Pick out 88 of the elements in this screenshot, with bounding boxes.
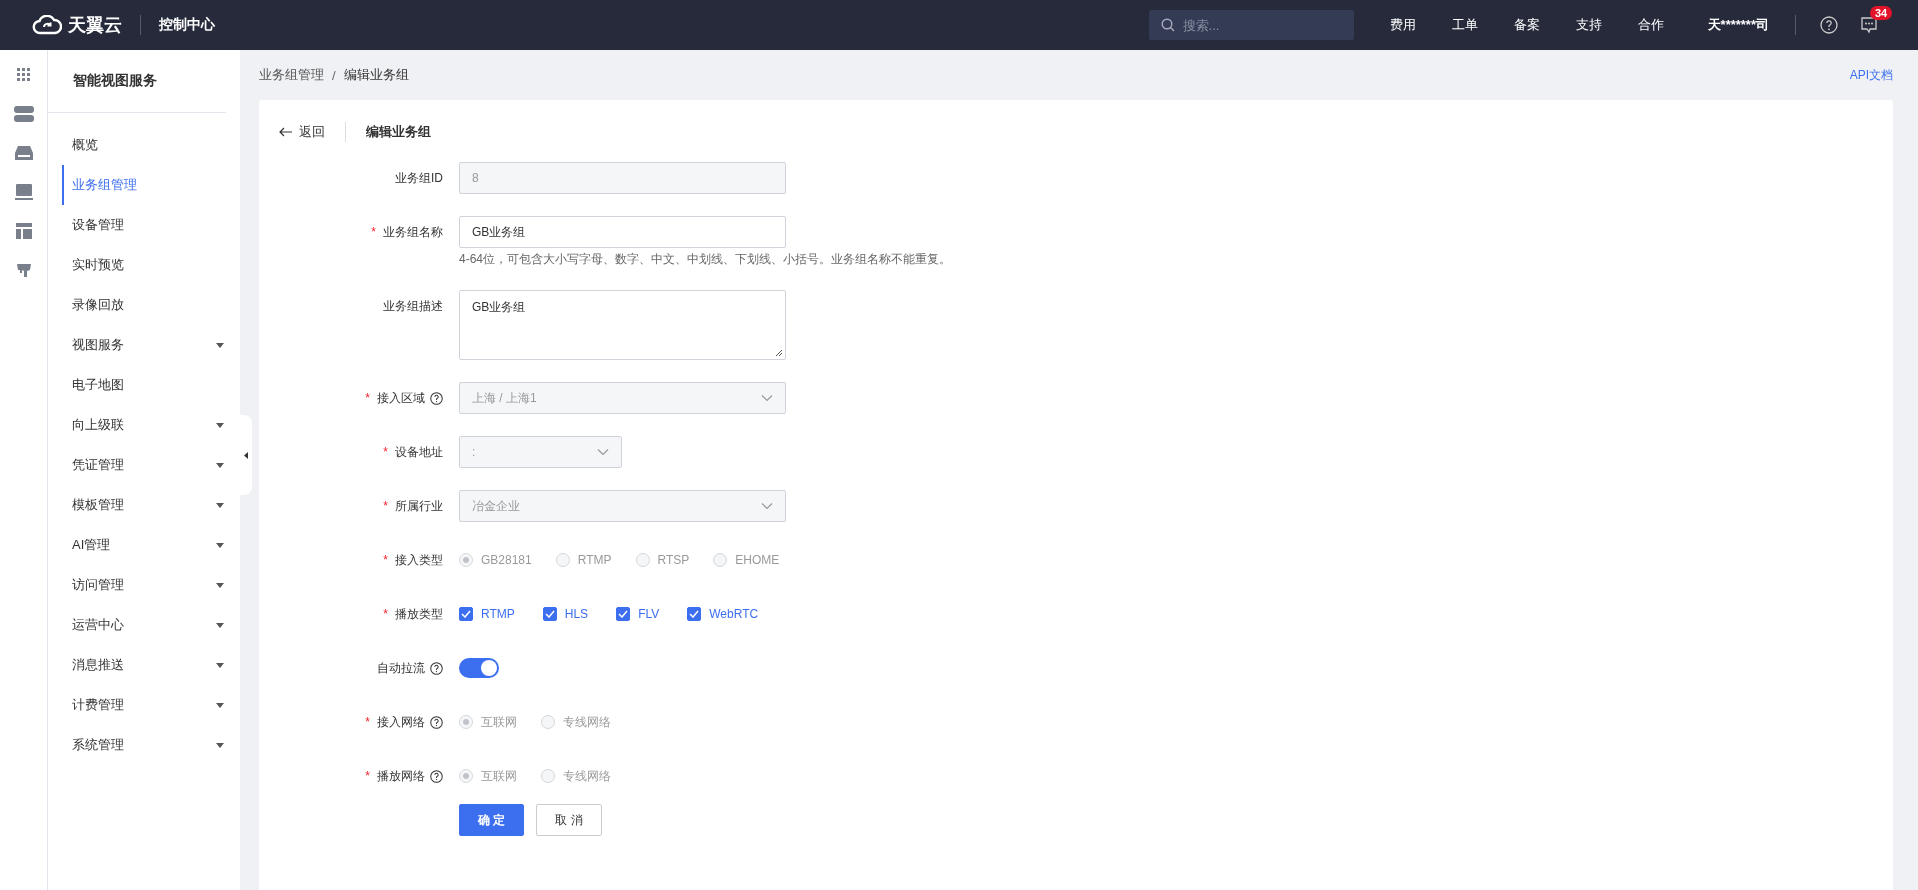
logo-text: 天翼云 (68, 14, 122, 37)
required-mark: * (383, 499, 388, 513)
help-icon[interactable] (430, 661, 443, 675)
sidebar-item[interactable]: 概览 (62, 125, 240, 165)
field-label: 所属行业 (395, 497, 443, 515)
caret-icon (216, 582, 224, 588)
caret-icon (216, 662, 224, 668)
nav-link[interactable]: 备案 (1513, 16, 1540, 34)
required-mark: * (365, 391, 370, 405)
required-mark: * (383, 445, 388, 459)
caret-icon (216, 422, 224, 428)
caret-icon (216, 462, 224, 468)
check-icon (544, 610, 555, 618)
search-icon (1160, 18, 1175, 32)
api-docs-link[interactable]: API文档 (1849, 66, 1893, 84)
back-link[interactable]: 返回 (279, 123, 325, 141)
sidebar-item[interactable]: 访问管理 (62, 565, 240, 605)
checkbox-option[interactable]: WebRTC (687, 607, 759, 621)
resize-handle-icon[interactable] (775, 349, 783, 357)
cancel-button[interactable]: 取 消 (536, 804, 602, 836)
check-icon (618, 610, 629, 618)
field-label: 播放类型 (395, 605, 443, 623)
required-mark: * (365, 769, 370, 783)
field-label: 业务组名称 (383, 223, 443, 241)
console-title: 控制中心 (159, 16, 215, 34)
sidebar-item[interactable]: 系统管理 (62, 725, 240, 765)
sidebar-item[interactable]: 实时预览 (62, 245, 240, 285)
collapse-handle[interactable] (240, 415, 252, 495)
field-label: 业务组描述 (383, 297, 443, 315)
breadcrumb-item[interactable]: 业务组管理 (259, 66, 324, 84)
laptop-icon[interactable] (12, 181, 35, 203)
breadcrumb-separator: / (332, 67, 336, 83)
required-mark: * (383, 607, 388, 621)
form-title: 编辑业务组 (366, 123, 431, 141)
field-label: 设备地址 (395, 443, 443, 461)
check-icon (461, 610, 471, 618)
sidebar-item[interactable]: 设备管理 (62, 205, 240, 245)
field-label: 接入区域 (377, 389, 425, 407)
nav-link[interactable]: 费用 (1389, 16, 1416, 34)
field-hint: 4-64位，可包含大小写字母、数字、中文、中划线、下划线、小括号。业务组名称不能重复。 (459, 251, 952, 268)
sidebar-item[interactable]: 消息推送 (62, 645, 240, 685)
field-label: 播放网络 (377, 767, 425, 785)
required-mark: * (365, 715, 370, 729)
caret-icon (216, 502, 224, 508)
sidebar-title: 智能视图服务 (48, 50, 226, 113)
toggle-switch[interactable] (459, 658, 499, 678)
required-mark: * (383, 553, 388, 567)
chevron-down-icon (761, 394, 773, 402)
textarea-field[interactable]: GB业务组 (459, 290, 786, 360)
caret-icon (216, 542, 224, 548)
cloud-logo-icon (32, 15, 62, 35)
field-label: 接入网络 (377, 713, 425, 731)
checkbox-option[interactable]: HLS (542, 607, 589, 621)
server-icon[interactable] (12, 103, 35, 125)
sidebar-item[interactable]: 视图服务 (62, 325, 240, 365)
sidebar-item[interactable]: 录像回放 (62, 285, 240, 325)
nav-link[interactable]: 合作 (1637, 16, 1664, 34)
sidebar-item[interactable]: 向上级联 (62, 405, 240, 445)
nav-link[interactable]: 工单 (1451, 16, 1478, 34)
chevron-down-icon (761, 502, 773, 510)
sidebar-item[interactable]: 计费管理 (62, 685, 240, 725)
sidebar-item[interactable]: 运营中心 (62, 605, 240, 645)
sidebar-item[interactable]: 凭证管理 (62, 445, 240, 485)
caret-icon (216, 342, 224, 348)
sidebar-item[interactable]: 电子地图 (62, 365, 240, 405)
breadcrumb-item: 编辑业务组 (343, 66, 409, 84)
checkbox-option[interactable]: FLV (616, 607, 660, 621)
chevron-down-icon (597, 448, 609, 456)
caret-icon (216, 742, 224, 748)
caret-icon (216, 622, 224, 628)
required-mark: * (371, 225, 376, 239)
confirm-button[interactable]: 确 定 (459, 804, 525, 836)
caret-icon (216, 702, 224, 708)
field-label: 接入类型 (395, 551, 443, 569)
user-name[interactable]: 天*******司 (1707, 16, 1769, 34)
sidebar-item[interactable]: 模板管理 (62, 485, 240, 525)
message-icon[interactable] (1860, 16, 1878, 34)
checkbox-option[interactable]: RTMP (459, 607, 515, 621)
sidebar-item[interactable]: 业务组管理 (62, 165, 240, 205)
check-icon (689, 610, 700, 618)
nav-link[interactable]: 支持 (1575, 16, 1602, 34)
text-field[interactable]: GB业务组 (459, 216, 786, 248)
sidebar-item[interactable]: AI管理 (62, 525, 240, 565)
arrow-left-icon (279, 127, 293, 137)
search-field[interactable]: 搜索... (1148, 10, 1354, 40)
notification-badge: 34 (1870, 6, 1893, 20)
field-label: 自动拉流 (377, 659, 425, 677)
field-label: 业务组ID (395, 169, 443, 187)
